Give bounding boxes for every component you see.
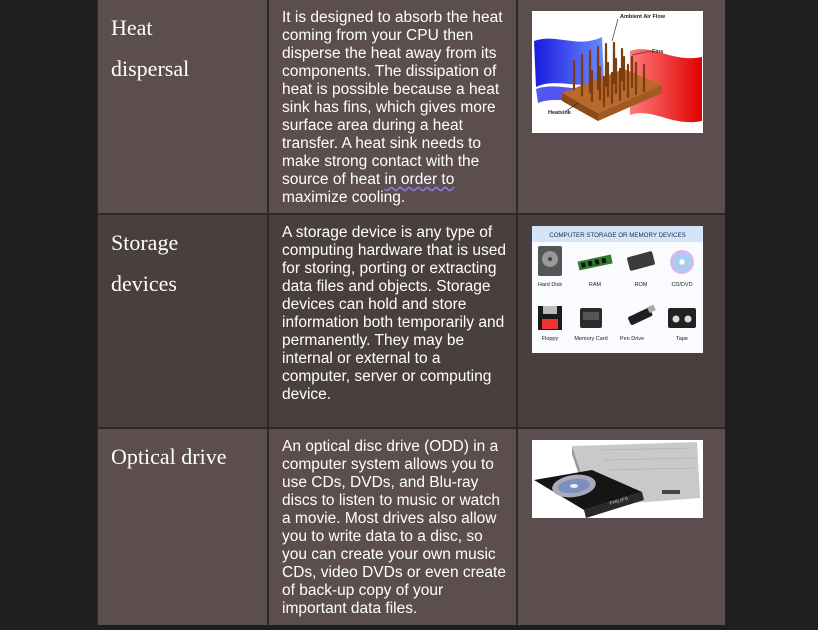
table-cell-term: Heat dispersal [98, 0, 267, 213]
term-line: dispersal [111, 56, 190, 81]
svg-text:Heatsink: Heatsink [548, 110, 572, 116]
svg-text:Floppy: Floppy [542, 336, 559, 342]
table-cell-image: COMPUTER STORAGE OR MEMORY DEVICES Hard … [518, 215, 725, 427]
svg-text:Tape: Tape [676, 336, 688, 342]
svg-text:Ambient Air Flow: Ambient Air Flow [620, 14, 666, 20]
heatsink-diagram-icon: Ambient Air Flow Fins Heatsink [532, 11, 703, 133]
table-cell-term: Optical drive [98, 429, 267, 625]
term-heat-dispersal: Heat dispersal [98, 0, 267, 89]
svg-text:CD/DVD: CD/DVD [671, 282, 692, 288]
table-cell-term: Storage devices [98, 215, 267, 427]
description-storage-devices: A storage device is any type of computin… [282, 224, 507, 403]
table-cell-image: PHILIPS [518, 429, 725, 625]
svg-text:Pen Drive: Pen Drive [620, 336, 644, 342]
svg-text:COMPUTER STORAGE OR MEMORY DEV: COMPUTER STORAGE OR MEMORY DEVICES [549, 232, 686, 239]
svg-text:RAM: RAM [589, 282, 602, 288]
term-line: Heat [111, 15, 153, 40]
optical-drive-photo-icon: PHILIPS [532, 440, 703, 518]
comparison-table: Heat dispersal It is designed to absorb … [97, 0, 725, 625]
description-heat-dispersal: It is designed to absorb the heat coming… [269, 0, 516, 207]
svg-text:Hard Disk: Hard Disk [538, 282, 562, 288]
term-optical-drive: Optical drive [111, 444, 227, 469]
term-line: devices [111, 271, 177, 296]
description-text: maximize cooling. [282, 189, 406, 206]
table-cell-description: An optical disc drive (ODD) in a compute… [269, 429, 516, 625]
storage-devices-chart-icon: COMPUTER STORAGE OR MEMORY DEVICES Hard … [532, 226, 703, 353]
svg-text:Fins: Fins [652, 49, 663, 55]
term-line: Storage [111, 230, 179, 255]
table-cell-description: A storage device is any type of computin… [269, 215, 516, 427]
description-optical-drive: An optical disc drive (ODD) in a compute… [282, 438, 506, 617]
term-storage-devices: Storage devices [98, 215, 267, 304]
description-text: It is designed to absorb the heat coming… [282, 9, 503, 188]
table-cell-image: Ambient Air Flow Fins Heatsink [518, 0, 725, 213]
table-cell-description: It is designed to absorb the heat coming… [269, 0, 516, 213]
svg-text:ROM: ROM [635, 282, 648, 288]
spellcheck-underlined-text: in order to [384, 171, 455, 188]
svg-text:Memory Card: Memory Card [574, 336, 607, 342]
